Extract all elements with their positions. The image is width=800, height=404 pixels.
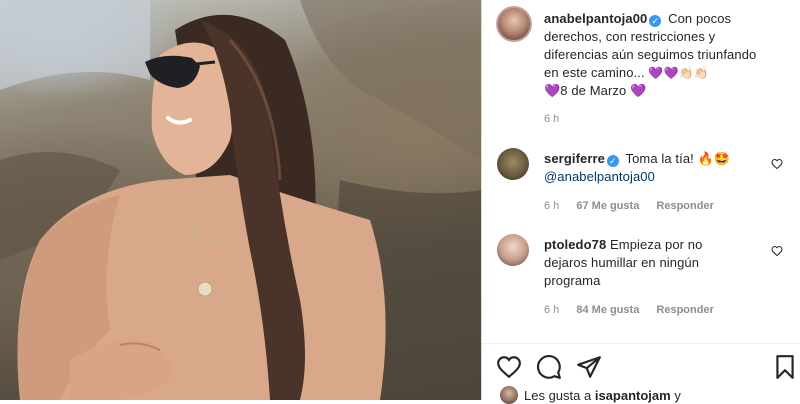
comment-meta: 6 h 84 Me gusta Responder (544, 304, 728, 316)
paper-plane-icon[interactable] (576, 354, 602, 380)
caption-line-1: Con pocos (668, 11, 732, 26)
comment-username[interactable]: ptoledo78 (544, 237, 606, 252)
comment-sergiferre: sergiferre ✓ Toma la tía! 🔥🤩 @anabelpanto… (544, 150, 764, 186)
comment-like-heart-icon[interactable] (771, 245, 783, 257)
verified-badge-icon: ✓ (649, 15, 662, 27)
caption-time: 6 h (544, 113, 560, 125)
comment-ptoledo78: ptoledo78 Empieza por no dejaros humilla… (544, 236, 764, 290)
comment-meta: 6 h 67 Me gusta Responder (544, 200, 728, 212)
post-photo[interactable] (0, 0, 481, 400)
caption-line-3: diferencias aún seguimos triunfando (544, 47, 757, 62)
comment-likes[interactable]: 84 Me gusta (576, 304, 639, 316)
caption-line-4: en este camino... (544, 65, 645, 80)
likes-suffix: y (674, 388, 681, 403)
comment-emoji: 🔥🤩 (697, 151, 731, 166)
comment-text: Toma la tía! (625, 151, 694, 166)
comment-like-heart-icon[interactable] (771, 158, 783, 170)
heart-outline-icon[interactable] (496, 354, 522, 380)
comment-text-line-2: dejaros humillar en ningún (544, 255, 700, 270)
comment-time: 6 h (544, 200, 560, 212)
author-avatar[interactable] (496, 6, 532, 42)
comment-time: 6 h (544, 304, 560, 316)
caption-date: 8 de Marzo (560, 83, 627, 98)
likes-prefix: Les gusta a (524, 388, 592, 403)
comment-avatar-ptoledo78[interactable] (497, 234, 529, 266)
comment-text-line-3: programa (544, 273, 601, 288)
comment-avatar-sergiferre[interactable] (497, 148, 529, 180)
comment-username[interactable]: sergiferre (544, 151, 605, 166)
verified-badge-icon: ✓ (606, 155, 619, 167)
comment-mention[interactable]: @anabelpantoja00 (544, 168, 764, 186)
purple-heart-icon: 💜 (630, 83, 647, 98)
caption-meta: 6 h (544, 113, 573, 125)
comment-likes[interactable]: 67 Me gusta (576, 200, 639, 212)
liker-avatar[interactable] (500, 386, 518, 404)
bookmark-icon[interactable] (772, 354, 798, 380)
reply-button[interactable]: Responder (656, 304, 713, 316)
comment-text-line-1: Empieza por no (610, 237, 703, 252)
post-details-panel: anabelpantoja00 ✓ Con pocos derechos, con… (482, 0, 800, 404)
caption-line-2: derechos, con restricciones y (544, 29, 716, 44)
reply-button[interactable]: Responder (656, 200, 713, 212)
purple-heart-icon: 💜 (544, 83, 561, 98)
caption-emojis: 💜💜👏🏻👏🏻 (648, 66, 709, 80)
actions-divider (482, 343, 800, 344)
likes-summary: Les gusta a isapantojam y (500, 386, 681, 404)
comment-bubble-icon[interactable] (536, 354, 562, 380)
author-username[interactable]: anabelpantoja00 (544, 11, 647, 26)
photo-illustration (0, 0, 481, 400)
liker-username[interactable]: isapantojam (595, 388, 671, 403)
post-caption: anabelpantoja00 ✓ Con pocos derechos, con… (544, 10, 794, 100)
